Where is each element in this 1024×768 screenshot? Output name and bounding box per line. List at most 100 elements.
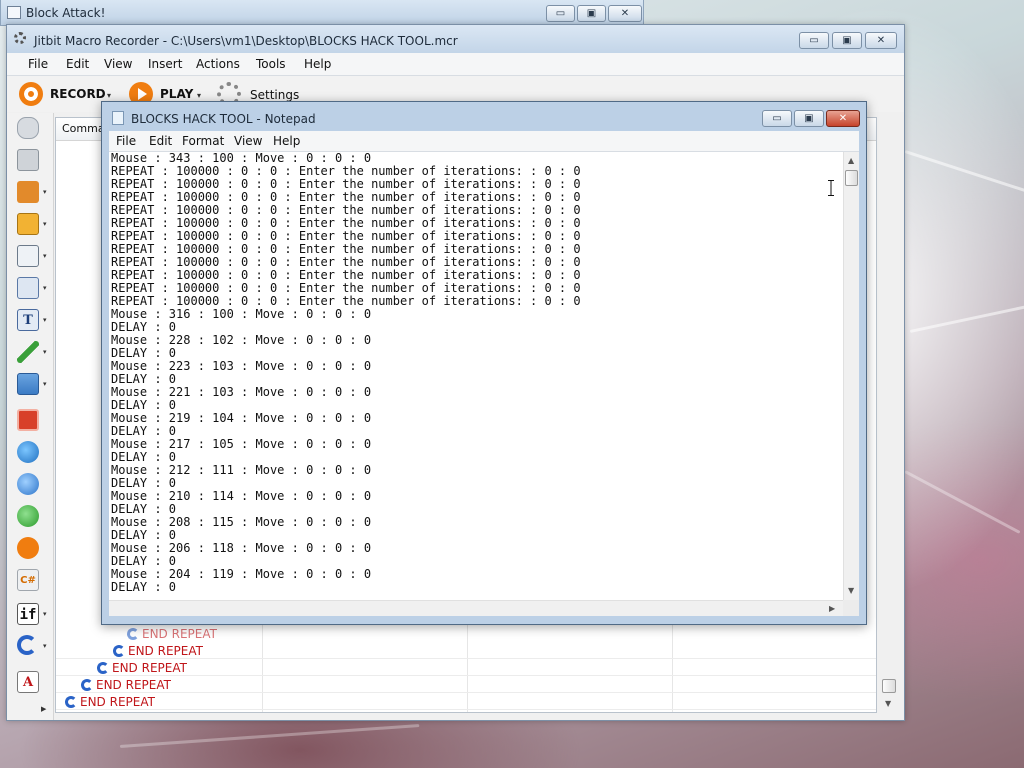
scroll-thumb[interactable] [882, 679, 896, 693]
repeat-icon[interactable] [17, 635, 37, 655]
record-label: RECORD [50, 87, 106, 101]
menu-bar: File Edit Format View Help [109, 131, 859, 152]
menu-format[interactable]: Format [182, 134, 224, 148]
close-button[interactable]: ✕ [826, 110, 860, 127]
scroll-right-arrow[interactable]: ▶ [829, 604, 835, 613]
chevron-down-icon[interactable]: ▾ [107, 91, 111, 100]
text-line: DELAY : 0 [111, 476, 177, 490]
chevron-down-icon[interactable]: ▾ [43, 220, 47, 228]
stop-icon[interactable] [17, 409, 39, 431]
table-row[interactable]: END REPEAT [113, 644, 203, 658]
grid-vertical-scrollbar[interactable]: ▼ [881, 117, 898, 713]
text-line: Mouse : 217 : 105 : Move : 0 : 0 : 0 [111, 437, 372, 451]
text-line: DELAY : 0 [111, 346, 177, 360]
minimize-button[interactable]: ▭ [799, 32, 829, 49]
globe-icon[interactable] [17, 441, 39, 463]
eyedropper-icon[interactable] [17, 341, 39, 363]
settings-label: Settings [250, 88, 300, 102]
maximize-button[interactable]: ▣ [794, 110, 824, 127]
maximize-button[interactable]: ▣ [577, 5, 606, 22]
chevron-down-icon[interactable]: ▾ [43, 284, 47, 292]
text-line: Mouse : 210 : 114 : Move : 0 : 0 : 0 [111, 489, 372, 503]
scroll-down-arrow[interactable]: ▼ [848, 586, 854, 595]
grid-row-divider [56, 709, 876, 710]
minimize-button[interactable]: ▭ [762, 110, 792, 127]
gear-icon [14, 32, 26, 44]
minimize-button[interactable]: ▭ [546, 5, 575, 22]
menu-edit[interactable]: Edit [149, 134, 172, 148]
scroll-thumb[interactable] [845, 170, 858, 186]
close-button[interactable]: ✕ [865, 32, 897, 49]
table-row[interactable]: END REPEAT [97, 661, 187, 675]
menu-help[interactable]: Help [304, 57, 331, 71]
horizontal-scrollbar[interactable]: ◀ ▶ [109, 600, 843, 616]
wallpaper-streak [119, 724, 420, 748]
menu-view[interactable]: View [234, 134, 262, 148]
keyboard-icon[interactable] [17, 149, 39, 171]
table-row[interactable]: END REPEAT [81, 678, 171, 692]
print-icon[interactable] [17, 213, 39, 235]
scrollbar-corner [843, 600, 859, 616]
text-line: REPEAT : 100000 : 0 : 0 : Enter the numb… [111, 216, 581, 230]
text-line: DELAY : 0 [111, 372, 177, 386]
table-row[interactable]: END REPEAT [127, 627, 217, 641]
table-row[interactable]: END REPEAT [65, 695, 155, 709]
text-line: DELAY : 0 [111, 528, 177, 542]
chevron-down-icon[interactable]: ▾ [43, 642, 47, 650]
menu-actions[interactable]: Actions [196, 57, 240, 71]
scroll-down-arrow[interactable]: ▼ [885, 699, 891, 708]
info-icon[interactable] [17, 473, 39, 495]
upload-icon[interactable] [17, 505, 39, 527]
text-line: REPEAT : 100000 : 0 : 0 : Enter the numb… [111, 203, 581, 217]
menu-help[interactable]: Help [273, 134, 300, 148]
chevron-down-icon[interactable]: ▾ [43, 348, 47, 356]
chevron-right-icon[interactable]: ▶ [41, 705, 46, 713]
text-line: DELAY : 0 [111, 502, 177, 516]
text-line: Mouse : 228 : 102 : Move : 0 : 0 : 0 [111, 333, 372, 347]
chevron-down-icon[interactable]: ▾ [43, 610, 47, 618]
maximize-button[interactable]: ▣ [832, 32, 862, 49]
menu-bar: File Edit View Insert Actions Tools Help [7, 53, 904, 76]
row-command: END REPEAT [96, 678, 171, 692]
vertical-scrollbar[interactable]: ▲ ▼ [843, 152, 859, 600]
block-attack-window[interactable]: Block Attack! ▭ ▣ ✕ [0, 0, 644, 26]
chevron-down-icon[interactable]: ▾ [43, 252, 47, 260]
text-line: Mouse : 219 : 104 : Move : 0 : 0 : 0 [111, 411, 372, 425]
grid-row-divider [56, 658, 876, 659]
chevron-down-icon[interactable]: ▾ [43, 188, 47, 196]
title-bar[interactable]: BLOCKS HACK TOOL - Notepad ▭ ▣ ✕ [102, 102, 866, 131]
text-line: REPEAT : 100000 : 0 : 0 : Enter the numb… [111, 281, 581, 295]
mouse-icon[interactable] [17, 117, 39, 139]
play-triangle-icon [138, 88, 147, 100]
notepad-text-area[interactable]: Mouse : 343 : 100 : Move : 0 : 0 : 0 REP… [109, 152, 843, 600]
menu-file[interactable]: File [116, 134, 136, 148]
if-icon[interactable]: if [17, 603, 39, 625]
menu-tools[interactable]: Tools [256, 57, 286, 71]
notepad-window[interactable]: BLOCKS HACK TOOL - Notepad ▭ ▣ ✕ File Ed… [101, 101, 867, 625]
repeat-icon [127, 628, 139, 640]
text-icon[interactable]: T [17, 309, 39, 331]
text-line: Mouse : 316 : 100 : Move : 0 : 0 : 0 [111, 307, 372, 321]
menu-view[interactable]: View [104, 57, 132, 71]
chevron-down-icon[interactable]: ▾ [43, 316, 47, 324]
menu-edit[interactable]: Edit [66, 57, 89, 71]
text-line: DELAY : 0 [111, 320, 177, 334]
menu-file[interactable]: File [28, 57, 48, 71]
scroll-up-arrow[interactable]: ▲ [848, 156, 854, 165]
hourglass-icon[interactable] [17, 181, 39, 203]
image-icon[interactable] [17, 373, 39, 395]
copy-icon[interactable] [17, 277, 39, 299]
window-icon[interactable] [17, 245, 39, 267]
font-icon[interactable]: A [17, 671, 39, 693]
window-title: Block Attack! [26, 6, 106, 20]
menu-insert[interactable]: Insert [148, 57, 182, 71]
play-icon[interactable] [17, 537, 39, 559]
chevron-down-icon[interactable]: ▾ [197, 91, 201, 100]
title-bar[interactable]: Jitbit Macro Recorder - C:\Users\vm1\Des… [7, 25, 904, 53]
text-line: REPEAT : 100000 : 0 : 0 : Enter the numb… [111, 229, 581, 243]
chevron-down-icon[interactable]: ▾ [43, 380, 47, 388]
play-label: PLAY [160, 87, 194, 101]
window-title: BLOCKS HACK TOOL - Notepad [131, 112, 316, 126]
close-button[interactable]: ✕ [608, 5, 642, 22]
csharp-icon[interactable]: C# [17, 569, 39, 591]
